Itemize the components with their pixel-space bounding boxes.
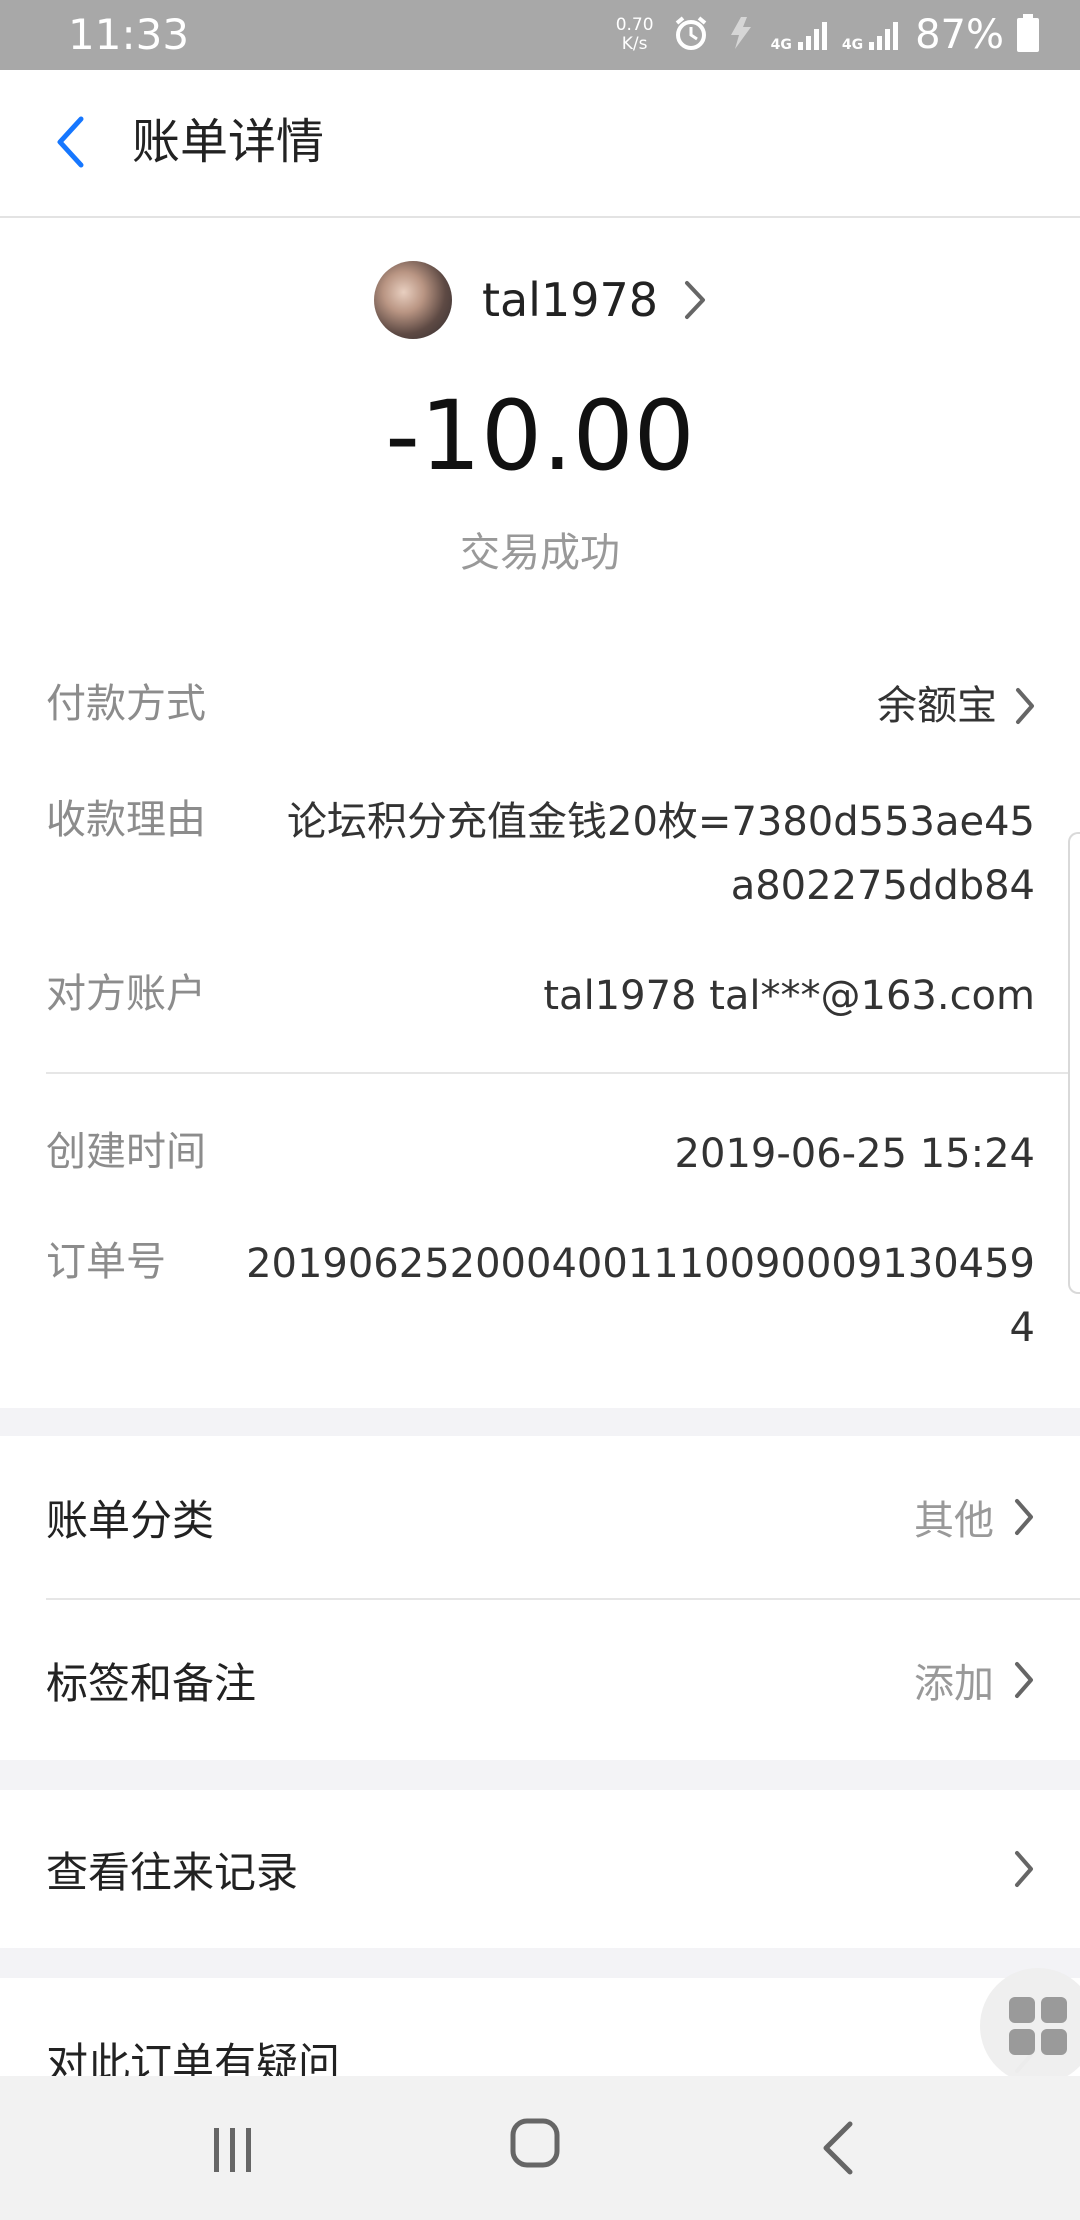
counterparty-label: 对方账户 xyxy=(46,971,206,1017)
bill-category-value: 其他 xyxy=(914,1498,994,1544)
bill-options-card: 账单分类 其他 标签和备注 添加 xyxy=(0,1436,1080,1760)
payment-method-label: 付款方式 xyxy=(46,681,206,727)
payee-row[interactable]: tal1978 xyxy=(0,260,1080,340)
tags-notes-item[interactable]: 标签和备注 添加 xyxy=(0,1599,1080,1761)
tags-notes-value: 添加 xyxy=(914,1661,994,1707)
recent-apps-icon xyxy=(214,2128,251,2172)
chevron-right-icon xyxy=(1015,1499,1033,1535)
home-button[interactable] xyxy=(510,2118,560,2168)
created-time-label: 创建时间 xyxy=(46,1129,206,1175)
page-title: 账单详情 xyxy=(132,114,325,170)
tags-notes-label: 标签和备注 xyxy=(46,1658,257,1708)
system-nav-bar xyxy=(0,2076,1080,2220)
avatar[interactable] xyxy=(373,261,452,339)
status-bar: 11:33 0.70 K/s 4G 4G 87% xyxy=(0,0,1080,70)
history-card: 查看往来记录 xyxy=(0,1790,1080,1948)
alarm-icon xyxy=(671,13,711,57)
chevron-right-icon xyxy=(1015,1851,1033,1887)
divider xyxy=(46,1072,1080,1074)
chevron-right-icon xyxy=(685,281,706,319)
order-number-label: 订单号 xyxy=(46,1239,166,1285)
status-time: 11:33 xyxy=(68,10,190,59)
network-4g-1: 4G xyxy=(771,18,830,52)
transaction-status: 交易成功 xyxy=(460,530,620,576)
history-right xyxy=(1014,1850,1034,1888)
reason-row: 收款理由 论坛积分充值金钱20枚=7380d553ae45 a802275ddb… xyxy=(46,790,1035,922)
counterparty-value: tal1978 tal***@163.com xyxy=(543,973,1035,1019)
reason-label: 收款理由 xyxy=(46,797,206,843)
bill-category-label: 账单分类 xyxy=(46,1495,215,1545)
back-button[interactable] xyxy=(42,112,98,172)
question-item[interactable]: 对此订单有疑问 xyxy=(0,1978,1080,2076)
scroll-indicator[interactable] xyxy=(1068,832,1080,1294)
signal-icon xyxy=(869,22,899,50)
header-bar: 账单详情 xyxy=(0,70,1080,218)
transaction-amount: -10.00 xyxy=(385,380,695,492)
reason-value: 论坛积分充值金钱20枚=7380d553ae45 a802275ddb84 xyxy=(287,799,1035,909)
created-time-value: 2019-06-25 15:24 xyxy=(674,1131,1035,1177)
chevron-right-icon xyxy=(1015,1662,1033,1698)
payment-method-value-wrap: 余额宝 xyxy=(877,674,1035,738)
battery-icon xyxy=(1016,13,1040,57)
recent-apps-button[interactable] xyxy=(210,2126,256,2174)
question-label: 对此订单有疑问 xyxy=(46,2039,341,2076)
back-arrow-icon xyxy=(823,2121,853,2175)
history-item[interactable]: 查看往来记录 xyxy=(0,1790,1080,1948)
question-card: 对此订单有疑问 xyxy=(0,1978,1080,2076)
grid-icon xyxy=(1009,1997,1067,2055)
signal-icon xyxy=(797,22,827,50)
bill-category-item[interactable]: 账单分类 其他 xyxy=(0,1436,1080,1598)
tags-notes-right: 添加 xyxy=(914,1651,1034,1709)
battery-percent: 87% xyxy=(915,12,1004,58)
history-label: 查看往来记录 xyxy=(46,1847,299,1897)
payee-name: tal1978 xyxy=(481,273,659,327)
net-speed: 0.70 K/s xyxy=(615,15,654,54)
network-4g-2: 4G xyxy=(842,18,901,52)
order-number-row: 订单号 201906252000400111009000913045​9 4 xyxy=(46,1232,1035,1364)
bill-category-right: 其他 xyxy=(914,1488,1034,1546)
status-icons: 0.70 K/s 4G 4G 87% xyxy=(611,8,1040,62)
order-number-value: 201906252000400111009000913045​9 4 xyxy=(246,1241,1035,1351)
chevron-left-icon xyxy=(57,116,84,168)
created-time-row: 创建时间 2019-06-25 15:24 xyxy=(46,1122,1035,1186)
transaction-card: tal1978 -10.00 交易成功 付款方式 余额宝 收款理由 论坛积分充值… xyxy=(0,218,1080,1408)
chevron-right-icon xyxy=(1016,688,1034,724)
data-saver-icon xyxy=(723,13,759,57)
system-back-button[interactable] xyxy=(820,2120,856,2176)
payment-method-row[interactable]: 付款方式 余额宝 xyxy=(46,674,1035,738)
home-icon xyxy=(510,2118,560,2168)
payment-method-value: 余额宝 xyxy=(877,683,997,729)
counterparty-row: 对方账户 tal1978 tal***@163.com xyxy=(46,964,1035,1028)
